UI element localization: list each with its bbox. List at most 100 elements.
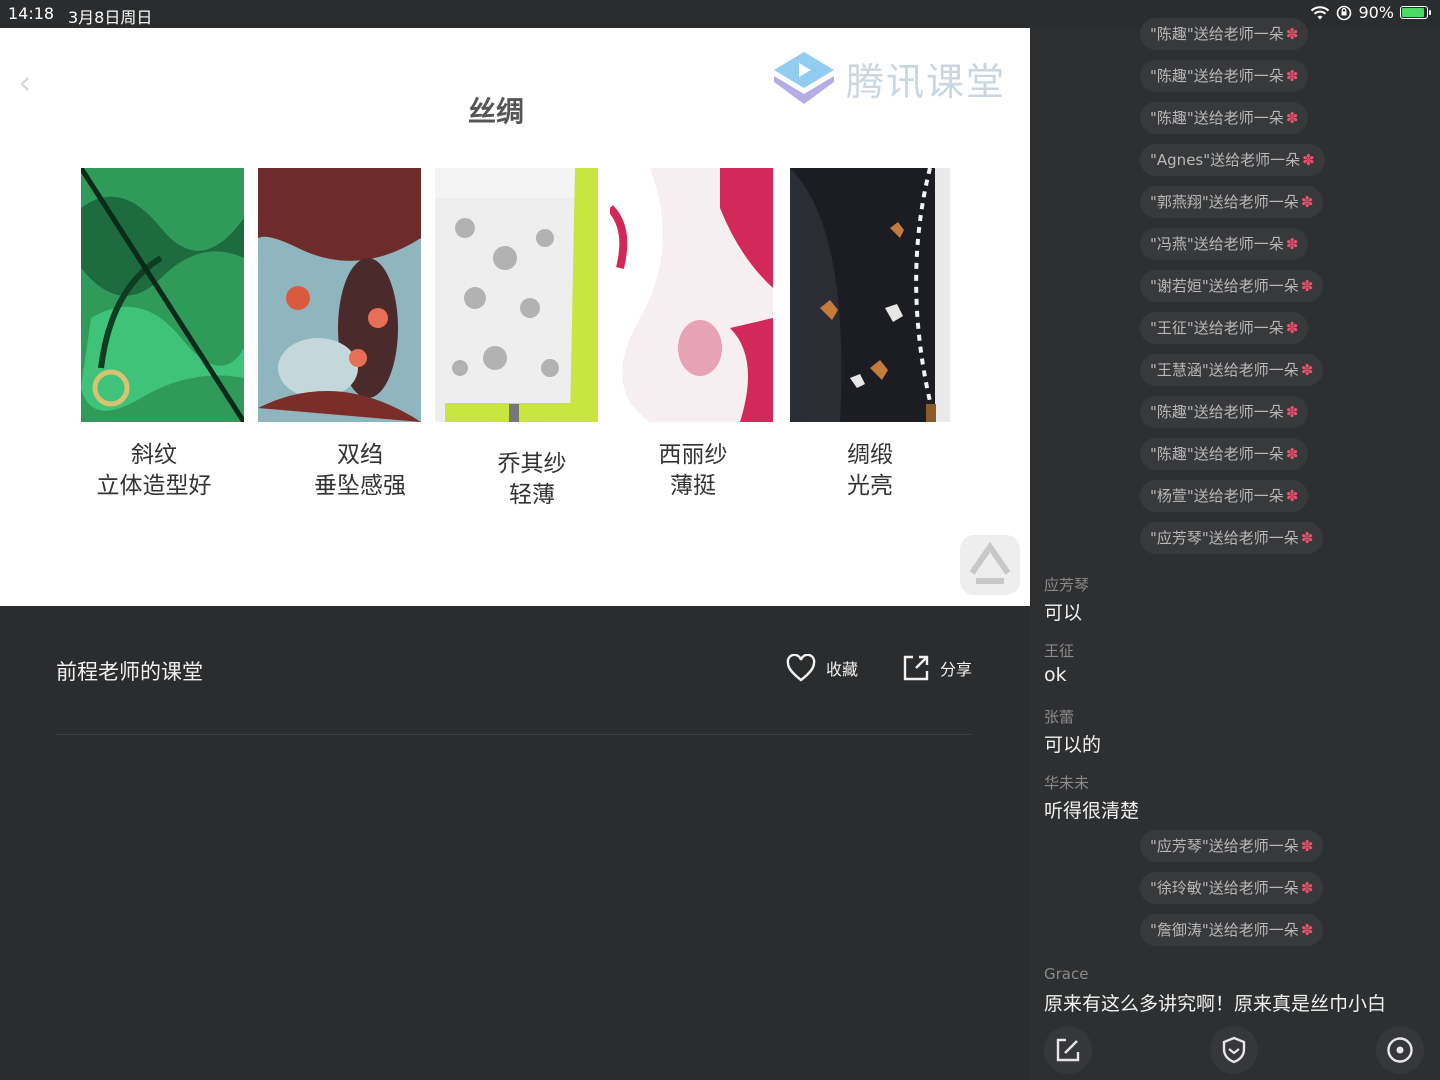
gift-notice: "杨萱"送给老师一朵 ✽ (1140, 480, 1309, 512)
fabric-image-silk-gauze (610, 168, 773, 422)
share-button[interactable]: 分享 (902, 654, 972, 682)
chat-message: 听得很清楚 (1044, 800, 1140, 822)
fabric-label-name: 乔其纱 (497, 451, 567, 477)
compose-button[interactable] (1044, 1026, 1092, 1074)
gift-notice-text: "郭燕翔"送给老师一朵 (1150, 193, 1299, 211)
fabric-image-twill (81, 168, 244, 422)
flower-icon: ✽ (1300, 837, 1314, 855)
gift-notice-text: "徐玲敏"送给老师一朵 (1150, 879, 1299, 897)
gift-notice-text: "陈趣"送给老师一朵 (1150, 445, 1284, 463)
gift-notice-text: "王征"送给老师一朵 (1150, 319, 1284, 337)
chat-sender: 张蕾 (1044, 708, 1075, 726)
fabric-label-name: 双绉 (337, 442, 383, 468)
fabric-label-desc: 垂坠感强 (314, 473, 406, 499)
battery-percent: 90% (1358, 3, 1394, 22)
fabric-label-crepe: 双绉 垂坠感强 (268, 440, 452, 502)
fabric-image-satin (790, 168, 950, 422)
gift-notice: "陈趣"送给老师一朵 ✽ (1140, 438, 1309, 470)
shield-icon (1222, 1036, 1246, 1064)
favorite-label: 收藏 (826, 660, 859, 679)
fabric-label-desc: 立体造型好 (96, 473, 212, 499)
heart-icon (786, 654, 816, 682)
course-title: 前程老师的课堂 (56, 660, 203, 684)
flower-icon: ✽ (1300, 879, 1314, 897)
orientation-lock-icon (1337, 5, 1352, 20)
corner-logo-icon (960, 535, 1020, 595)
gift-notice: "郭燕翔"送给老师一朵 ✽ (1140, 186, 1324, 218)
gift-notice: "陈趣"送给老师一朵 ✽ (1140, 396, 1309, 428)
fabric-label-name: 绸缎 (847, 442, 893, 468)
chat-message: 可以 (1044, 602, 1083, 624)
fabric-label-silk-gauze: 西丽纱 薄挺 (601, 440, 785, 502)
gift-notice: "陈趣"送给老师一朵 ✽ (1140, 102, 1309, 134)
gift-notice: "王慧涵"送给老师一朵 ✽ (1140, 354, 1324, 386)
fabric-label-satin: 绸缎 光亮 (778, 440, 962, 502)
flower-icon: ✽ (1300, 277, 1314, 295)
fabric-label-georgette: 乔其纱 轻薄 (440, 449, 624, 511)
gift-notice-text: "陈趣"送给老师一朵 (1150, 67, 1284, 85)
flower-icon: ✽ (1285, 109, 1299, 127)
fabric-image-georgette (435, 168, 598, 422)
chat-sender: Grace (1044, 965, 1089, 983)
flower-icon: ✽ (1300, 361, 1314, 379)
fabric-label-desc: 轻薄 (509, 482, 555, 508)
gift-notice: "陈趣"送给老师一朵 ✽ (1140, 60, 1309, 92)
chat-message: ok (1044, 664, 1067, 686)
slide-area: ‹ 腾讯课堂 丝绸 斜纹 立体造型好 双绉 垂坠感强 乔其纱 轻薄 西丽纱 薄挺… (0, 28, 1030, 606)
flower-icon: ✽ (1300, 921, 1314, 939)
fabric-label-desc: 光亮 (847, 473, 893, 499)
flower-icon: ✽ (1285, 487, 1299, 505)
gift-notice: "应芳琴"送给老师一朵 ✽ (1140, 522, 1324, 554)
gift-notice-text: "陈趣"送给老师一朵 (1150, 25, 1284, 43)
gift-notice: "王征"送给老师一朵 ✽ (1140, 312, 1309, 344)
fabric-label-name: 斜纹 (131, 442, 177, 468)
status-date: 3月8日周日 (68, 8, 153, 27)
gift-notice-text: "陈趣"送给老师一朵 (1150, 109, 1284, 127)
edit-icon (1056, 1038, 1080, 1062)
gift-notice-text: "詹御涛"送给老师一朵 (1150, 921, 1299, 939)
chat-sender: 应芳琴 (1044, 576, 1090, 594)
more-button[interactable] (1376, 1026, 1424, 1074)
status-time: 14:18 (8, 4, 55, 23)
gift-button[interactable] (1210, 1026, 1258, 1074)
wifi-icon (1311, 5, 1330, 19)
flower-icon: ✽ (1285, 319, 1299, 337)
battery-icon (1400, 6, 1431, 19)
gift-notice: "谢若姮"送给老师一朵 ✽ (1140, 270, 1324, 302)
target-icon (1387, 1037, 1413, 1063)
chat-sender: 华未未 (1044, 774, 1090, 792)
gift-notice-text: "冯燕"送给老师一朵 (1150, 235, 1284, 253)
gift-notice: "徐玲敏"送给老师一朵 ✽ (1140, 872, 1324, 904)
share-label: 分享 (940, 660, 973, 679)
gift-notice-text: "Agnes"送给老师一朵 (1150, 151, 1301, 169)
chat-message: 可以的 (1044, 734, 1102, 756)
gift-notice: "应芳琴"送给老师一朵 ✽ (1140, 830, 1324, 862)
flower-icon: ✽ (1285, 445, 1299, 463)
fabric-image-crepe (258, 168, 421, 422)
flower-icon: ✽ (1300, 529, 1314, 547)
flower-icon: ✽ (1285, 403, 1299, 421)
gift-notice: "詹御涛"送给老师一朵 ✽ (1140, 914, 1324, 946)
fabric-label-desc: 薄挺 (670, 473, 716, 499)
gift-notice-text: "王慧涵"送给老师一朵 (1150, 361, 1299, 379)
slide-title: 丝绸 (467, 95, 524, 128)
flower-icon: ✽ (1300, 193, 1314, 211)
flower-icon: ✽ (1285, 25, 1299, 43)
favorite-button[interactable]: 收藏 (786, 654, 858, 682)
status-right: 90% (1310, 3, 1431, 22)
chat-message: 原来有这么多讲究啊！原来真是丝巾小白 (1044, 993, 1387, 1015)
share-icon (903, 655, 929, 681)
flower-icon: ✽ (1285, 235, 1299, 253)
gift-notice-text: "杨萱"送给老师一朵 (1150, 487, 1284, 505)
info-divider (56, 734, 972, 735)
fabric-label-twill: 斜纹 立体造型好 (62, 440, 246, 502)
flower-icon: ✽ (1285, 67, 1299, 85)
gift-notice-text: "谢若姮"送给老师一朵 (1150, 277, 1299, 295)
flower-icon: ✽ (1302, 151, 1315, 169)
gift-notice-text: "应芳琴"送给老师一朵 (1150, 529, 1299, 547)
gift-notice-text: "陈趣"送给老师一朵 (1150, 403, 1284, 421)
chat-sender: 王征 (1044, 642, 1075, 660)
gift-notice: "Agnes"送给老师一朵 ✽ (1140, 144, 1325, 176)
gift-notice-text: "应芳琴"送给老师一朵 (1150, 837, 1299, 855)
gift-notice: "陈趣"送给老师一朵 ✽ (1140, 18, 1309, 50)
